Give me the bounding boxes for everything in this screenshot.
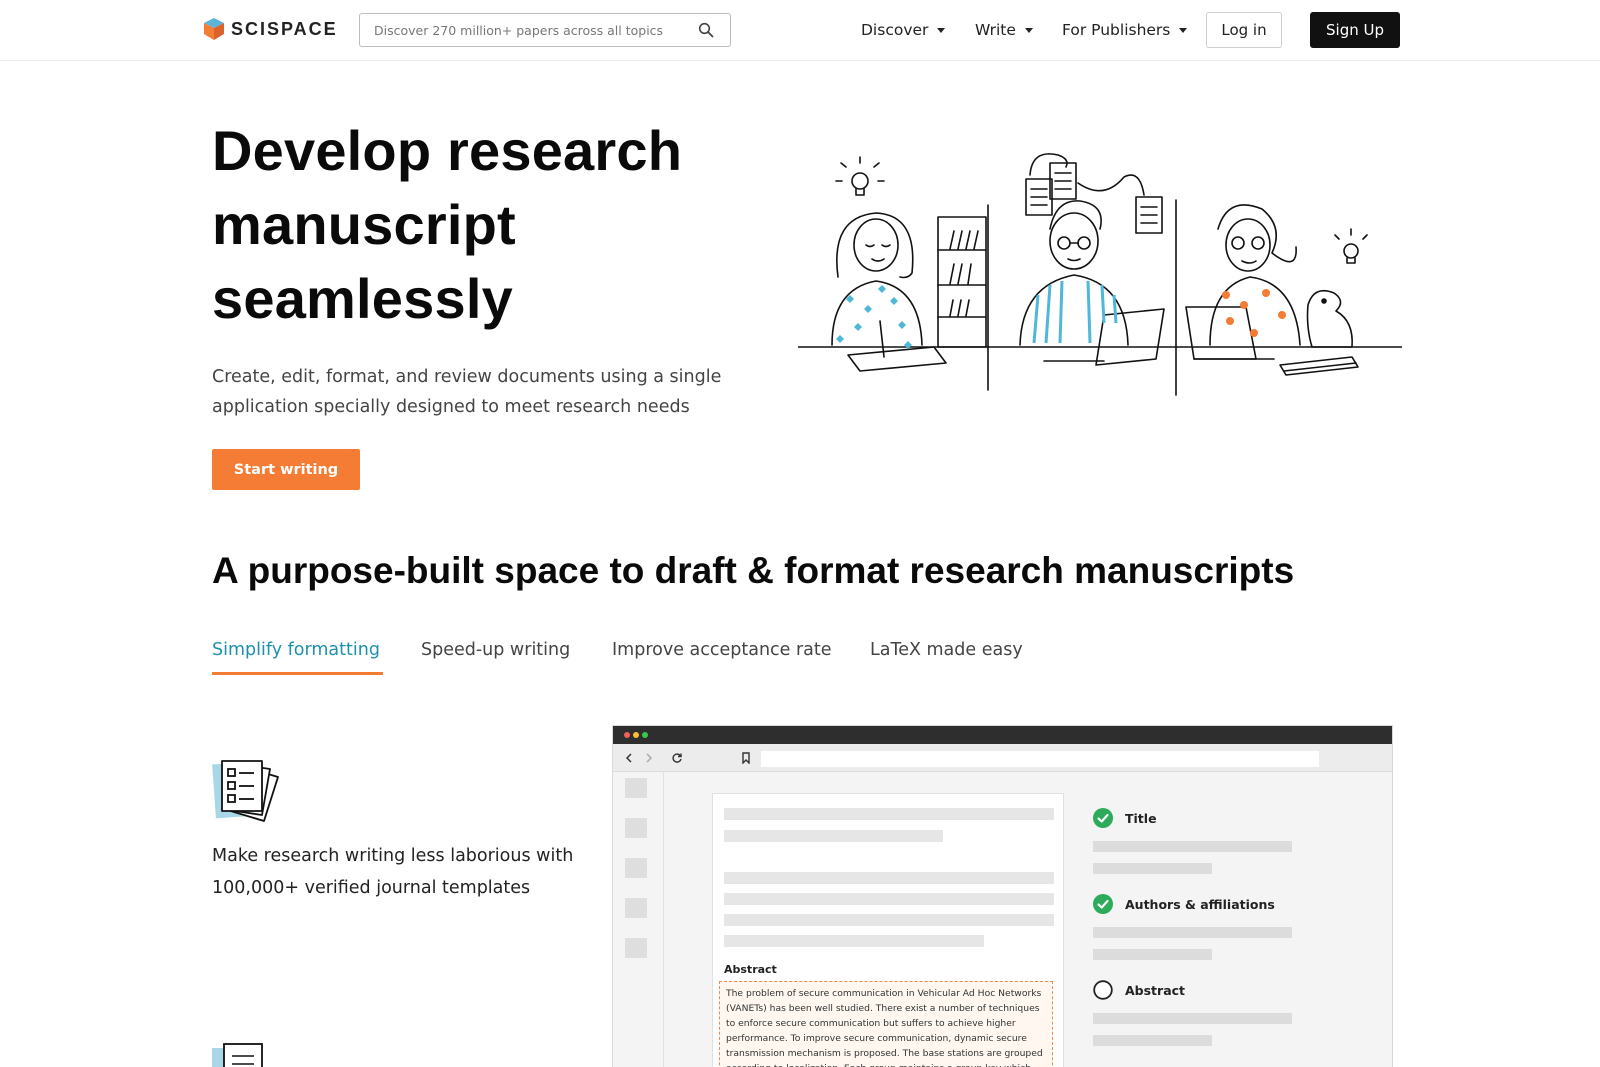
- tab-improve-acceptance-rate[interactable]: Improve acceptance rate: [612, 640, 832, 660]
- brand-name: SCISPACE: [231, 18, 338, 39]
- nav-discover-label: Discover: [861, 21, 929, 39]
- sidebar-tool-icon: [625, 898, 647, 918]
- scispace-logo-icon: [204, 18, 224, 40]
- check-circle-icon: [1093, 894, 1113, 914]
- hero-title-line: Develop research: [212, 119, 683, 182]
- sidebar-tool-icon: [625, 778, 647, 798]
- placeholder-line: [724, 830, 943, 842]
- active-tab-indicator: [212, 672, 383, 675]
- placeholder-line: [1093, 949, 1212, 960]
- browser-titlebar: [613, 726, 1392, 744]
- maximize-dot-icon: [642, 732, 648, 738]
- tab-latex-made-easy[interactable]: LaTeX made easy: [870, 640, 1023, 660]
- sidebar-tool-icon: [625, 938, 647, 958]
- nav-write[interactable]: Write: [975, 21, 1033, 39]
- search-box: [359, 13, 731, 47]
- abstract-heading: Abstract: [724, 963, 777, 976]
- empty-circle-icon: [1093, 980, 1113, 1000]
- nav-for-publishers-label: For Publishers: [1062, 21, 1171, 39]
- top-navbar: SCISPACE Discover Write For Publishers L…: [0, 0, 1600, 61]
- placeholder-line: [724, 893, 1054, 905]
- hero-title-line: manuscript: [212, 193, 516, 256]
- abstract-text: The problem of secure communication in V…: [719, 981, 1053, 1067]
- address-bar: [761, 751, 1319, 767]
- feature-description: Make research writing less laborious wit…: [212, 846, 574, 898]
- checklist-document-icon: [212, 760, 279, 822]
- close-dot-icon: [624, 732, 630, 738]
- placeholder-line: [724, 914, 1054, 926]
- placeholder-line: [1093, 863, 1212, 874]
- checklist-label: Title: [1125, 810, 1157, 826]
- signup-button[interactable]: Sign Up: [1310, 12, 1400, 48]
- login-button[interactable]: Log in: [1206, 12, 1282, 48]
- checklist-label: Abstract: [1125, 982, 1186, 998]
- section-title: A purpose-built space to draft & format …: [212, 550, 1295, 591]
- checklist-item-title: Title: [1093, 808, 1157, 828]
- reload-icon: [672, 753, 682, 763]
- document-page: Abstract The problem of secure communica…: [712, 793, 1064, 1067]
- placeholder-line: [724, 935, 984, 947]
- checklist-item-abstract: Abstract: [1093, 980, 1185, 1000]
- minimize-dot-icon: [633, 732, 639, 738]
- tab-speed-up-writing[interactable]: Speed-up writing: [421, 640, 570, 660]
- editor-sidebar: [613, 772, 664, 1067]
- hero-subtitle: Create, edit, format, and review documen…: [212, 367, 722, 417]
- placeholder-line: [724, 808, 1054, 820]
- chevron-down-icon: [937, 27, 946, 33]
- check-circle-icon: [1093, 808, 1113, 828]
- nav-write-label: Write: [975, 21, 1016, 39]
- forward-icon: [646, 753, 653, 763]
- placeholder-line: [1093, 1013, 1292, 1024]
- nav-discover[interactable]: Discover: [861, 21, 946, 39]
- scispace-logo[interactable]: SCISPACE: [203, 17, 338, 41]
- bookmark-icon: [742, 752, 750, 764]
- placeholder-line: [724, 872, 1054, 884]
- sidebar-tool-icon: [625, 858, 647, 878]
- placeholder-line: [1093, 1035, 1212, 1046]
- browser-toolbar: [613, 744, 1392, 772]
- search-icon[interactable]: [698, 22, 714, 38]
- chevron-down-icon: [1024, 27, 1033, 33]
- chevron-down-icon: [1179, 27, 1188, 33]
- nav-for-publishers[interactable]: For Publishers: [1062, 21, 1188, 39]
- search-input[interactable]: [374, 20, 694, 40]
- document-stack-icon: [212, 1043, 263, 1067]
- checklist-label: Authors & affiliations: [1125, 896, 1275, 912]
- hero-title: Develop research manuscript seamlessly: [212, 114, 772, 336]
- editor-preview: Abstract The problem of secure communica…: [612, 725, 1393, 1067]
- back-icon: [625, 753, 632, 763]
- placeholder-line: [1093, 841, 1292, 852]
- hero-title-line: seamlessly: [212, 267, 513, 330]
- checklist-item-authors: Authors & affiliations: [1093, 894, 1275, 914]
- start-writing-button[interactable]: Start writing: [212, 449, 360, 490]
- sidebar-tool-icon: [625, 818, 647, 838]
- placeholder-line: [1093, 927, 1292, 938]
- researchers-illustration: [798, 153, 1402, 396]
- tab-simplify-formatting[interactable]: Simplify formatting: [212, 640, 380, 660]
